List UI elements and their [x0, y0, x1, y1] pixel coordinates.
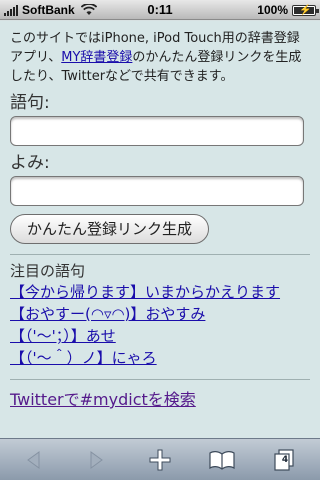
featured-word-link[interactable]: 【（'〜'；）】あせ — [10, 327, 116, 345]
add-bookmark-button[interactable] — [140, 439, 180, 480]
battery-percent: 100% — [257, 3, 288, 17]
reading-input[interactable] — [10, 176, 304, 206]
forward-arrow-icon — [90, 451, 103, 469]
twitter-search-link[interactable]: Twitterで#mydictを検索 — [10, 390, 196, 409]
featured-word-link[interactable]: 【今から帰ります】いまからかえります — [10, 283, 280, 301]
intro-text: このサイトではiPhone, iPod Touch用の辞書登録アプリ、MY辞書登… — [10, 29, 310, 86]
divider — [10, 379, 310, 380]
back-arrow-icon — [27, 451, 40, 469]
pages-count: 4 — [281, 455, 289, 465]
browser-toolbar: 4 — [0, 438, 320, 480]
list-item: 【おやすー(◠▿◠)】おやすみ — [10, 303, 310, 325]
plus-icon — [149, 449, 171, 471]
featured-words-list: 【今から帰ります】いまからかえります 【おやすー(◠▿◠)】おやすみ 【（'〜'… — [10, 281, 310, 369]
status-bar: SoftBank 0:11 100% ⚡ — [0, 0, 320, 20]
battery-charging-icon: ⚡ — [292, 4, 319, 16]
featured-word-link[interactable]: 【おやすー(◠▿◠)】おやすみ — [10, 305, 205, 323]
list-item: 【（'〜＾）ノ】にゃろ — [10, 347, 310, 369]
book-icon — [209, 451, 235, 470]
generate-link-button[interactable]: かんたん登録リンク生成 — [10, 214, 210, 244]
word-input[interactable] — [10, 116, 304, 146]
back-button[interactable] — [14, 439, 54, 480]
word-label: 語句: — [10, 93, 50, 113]
featured-word-link[interactable]: 【（'〜＾）ノ】にゃろ — [10, 349, 157, 367]
divider — [10, 254, 310, 255]
page-content: このサイトではiPhone, iPod Touch用の辞書登録アプリ、MY辞書登… — [0, 21, 320, 438]
mydict-app-link[interactable]: MY辞書登録 — [61, 50, 132, 65]
reading-label: よみ: — [10, 153, 50, 173]
status-bar-right: 100% ⚡ — [257, 3, 319, 17]
pages-button[interactable]: 4 — [264, 439, 304, 480]
list-item: 【（'〜'；）】あせ — [10, 325, 310, 347]
list-item: 【今から帰ります】いまからかえります — [10, 281, 310, 303]
charging-bolt-icon: ⚡ — [299, 4, 312, 16]
forward-button[interactable] — [76, 439, 116, 480]
bookmarks-button[interactable] — [202, 439, 242, 480]
featured-words-title: 注目の語句 — [10, 262, 86, 280]
